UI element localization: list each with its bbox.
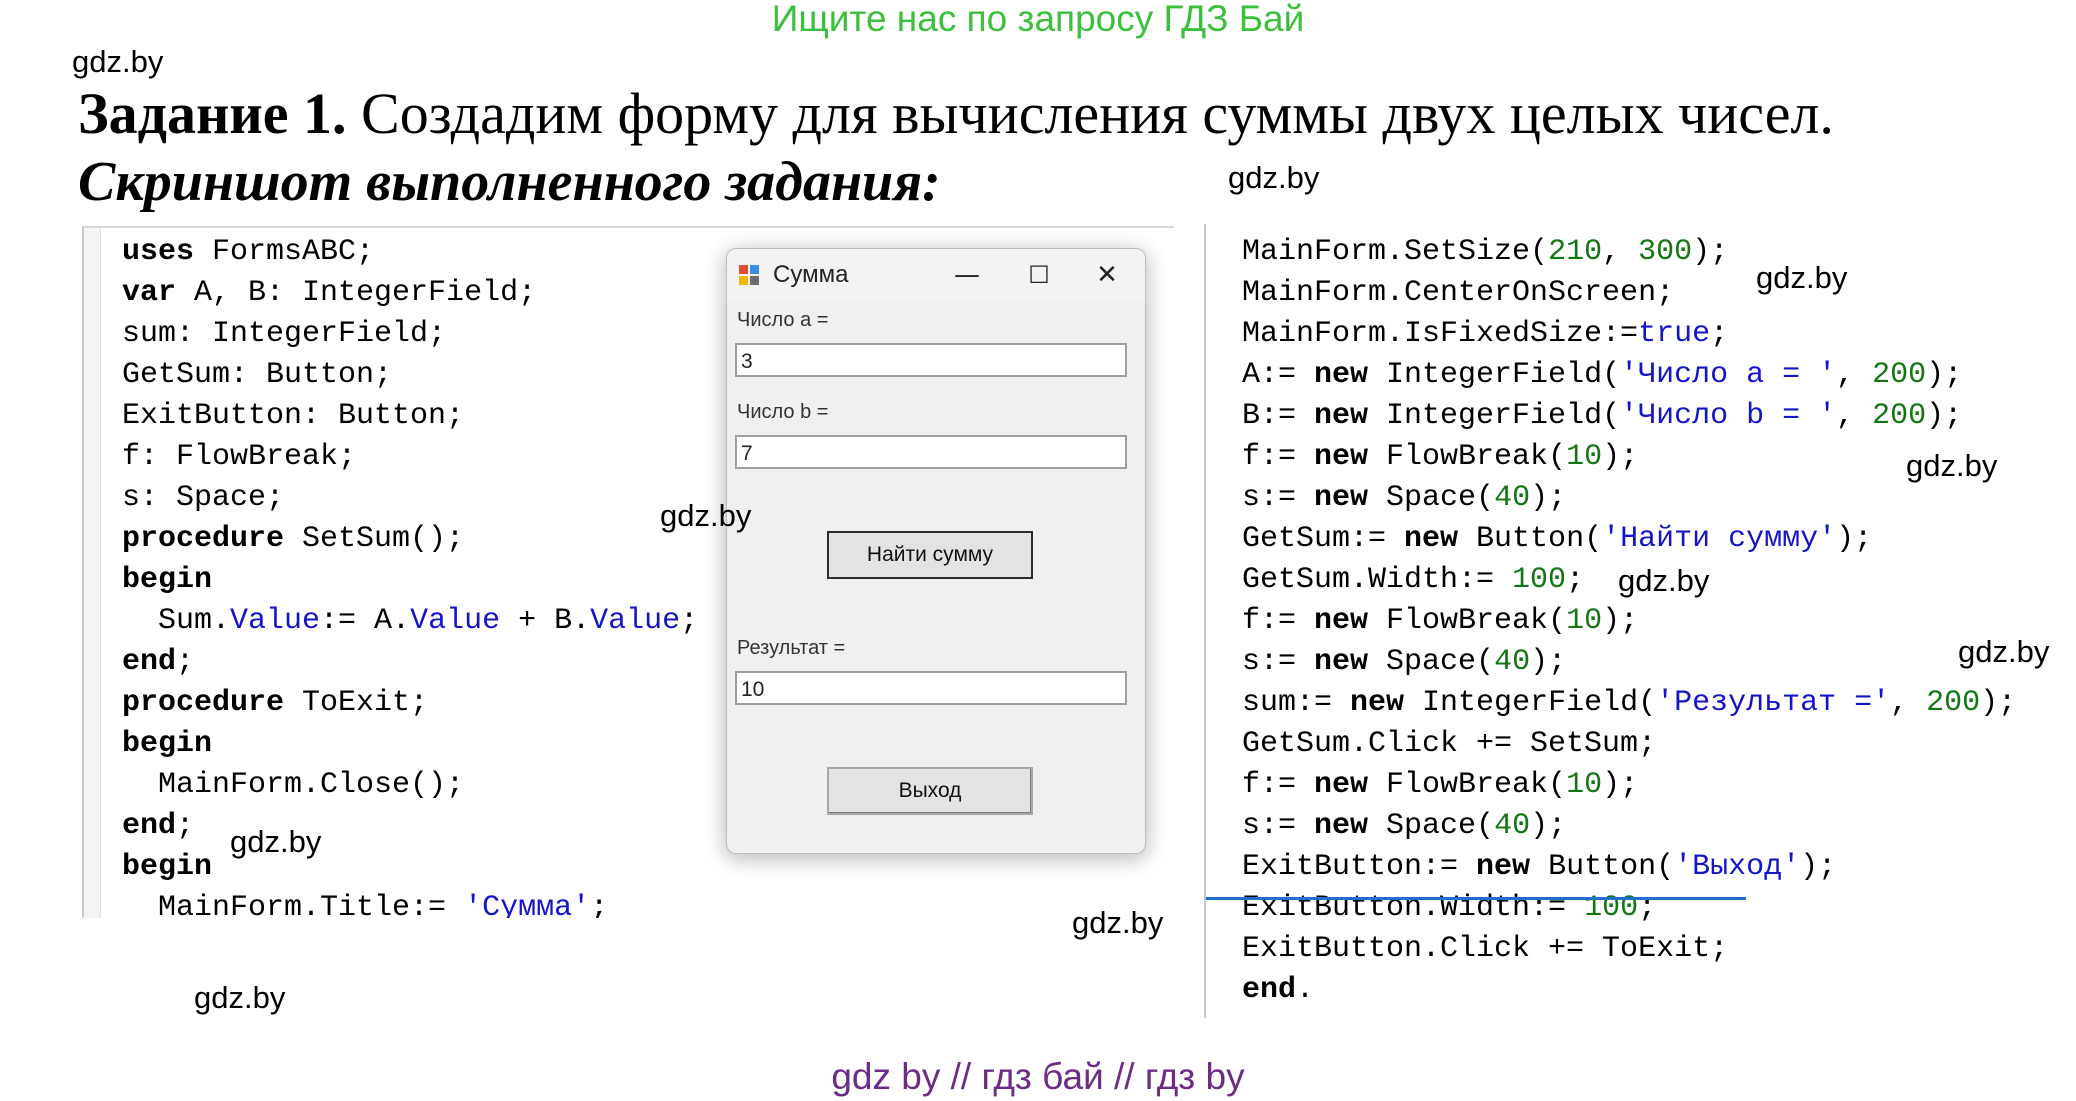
code-line: MainForm.IsFixedSize:=true; <box>1242 317 1729 351</box>
watermark: gdz.by <box>72 44 164 79</box>
find-sum-button[interactable]: Найти сумму <box>827 531 1033 579</box>
watermark: gdz.by <box>1906 448 1998 483</box>
code-line: s:= new Space(40); <box>1242 481 1567 515</box>
code-line: uses FormsABC; <box>122 235 375 269</box>
watermark: gdz.by <box>230 824 322 859</box>
code-line: end; <box>122 809 195 843</box>
code-line: ExitButton:= new Button('Выход'); <box>1242 850 1837 884</box>
code-line: MainForm.CenterOnScreen; <box>1242 276 1675 310</box>
code-line: ExitButton.Click += ToExit; <box>1242 932 1729 966</box>
code-line: end. <box>1242 973 1315 1007</box>
watermark: gdz.by <box>660 498 752 533</box>
watermark: gdz.by <box>1228 160 1320 195</box>
exit-button[interactable]: Выход <box>827 767 1033 815</box>
code-line: begin <box>122 727 213 761</box>
minimize-button[interactable]: — <box>945 257 989 293</box>
window-titlebar[interactable]: Сумма — ☐ ✕ <box>727 249 1145 301</box>
watermark: gdz.by <box>194 980 286 1015</box>
screenshot-subtitle: Скриншот выполненного задания: <box>78 151 941 213</box>
watermark: gdz.by <box>1072 905 1164 940</box>
code-line: GetSum: Button; <box>122 358 393 392</box>
code-line: f:= new FlowBreak(10); <box>1242 768 1639 802</box>
code-line: s:= new Space(40); <box>1242 809 1567 843</box>
task-heading: Задание 1. Создадим форму для вычисления… <box>78 80 1834 147</box>
code-line: f:= new FlowBreak(10); <box>1242 604 1639 638</box>
code-line: MainForm.Title:= 'Сумма'; <box>122 891 609 918</box>
editor-gutter <box>84 228 101 918</box>
code-line: sum: IntegerField; <box>122 317 447 351</box>
code-line: begin <box>122 563 213 597</box>
code-line: B:= new IntegerField('Число b = ', 200); <box>1242 399 1963 433</box>
label-number-a: Число a = <box>737 309 829 331</box>
number-b-field[interactable]: 7 <box>735 435 1127 469</box>
sum-form-window: Сумма — ☐ ✕ Число a = 3 Число b = 7 Найт… <box>726 248 1146 854</box>
code-line: f: FlowBreak; <box>122 440 357 474</box>
footer-links: gdz by // гдз бай // гдз by <box>831 1056 1245 1097</box>
code-line: GetSum.Click += SetSum; <box>1242 727 1657 761</box>
code-line: f:= new FlowBreak(10); <box>1242 440 1639 474</box>
label-result: Результат = <box>737 637 846 659</box>
code-line: end; <box>122 645 195 679</box>
code-block-right: MainForm.SetSize(210, 300); MainForm.Cent… <box>1242 232 2016 1011</box>
close-button[interactable]: ✕ <box>1085 257 1129 293</box>
editor-line-marker <box>1206 897 1746 900</box>
code-line: s:= new Space(40); <box>1242 645 1567 679</box>
task-text: Создадим форму для вычисления суммы двух… <box>346 81 1834 146</box>
code-line: Sum.Value:= A.Value + B.Value; <box>122 604 699 638</box>
task-label: Задание 1. <box>78 81 347 146</box>
label-number-b: Число b = <box>737 401 829 423</box>
watermark: gdz.by <box>1756 260 1848 295</box>
code-block-left: uses FormsABC; var A, B: IntegerField; sum… <box>122 232 698 918</box>
code-line: GetSum:= new Button('Найти сумму'); <box>1242 522 1873 556</box>
code-line: MainForm.SetSize(210, 300); <box>1242 235 1729 269</box>
search-banner: Ищите нас по запросу ГДЗ Бай <box>771 0 1305 39</box>
number-a-field[interactable]: 3 <box>735 343 1127 377</box>
code-line: var A, B: IntegerField; <box>122 276 537 310</box>
code-line: sum:= new IntegerField('Результат =', 20… <box>1242 686 2017 720</box>
watermark: gdz.by <box>1618 563 1710 598</box>
code-line: MainForm.Close(); <box>122 768 465 802</box>
code-line: begin <box>122 850 213 884</box>
code-line: procedure SetSum(); <box>122 522 465 556</box>
watermark: gdz.by <box>1958 634 2050 669</box>
window-title: Сумма <box>773 261 849 288</box>
code-line: s: Space; <box>122 481 285 515</box>
code-line: procedure ToExit; <box>122 686 429 720</box>
code-line: ExitButton: Button; <box>122 399 465 433</box>
result-field[interactable]: 10 <box>735 671 1127 705</box>
app-icon <box>739 265 759 285</box>
maximize-button[interactable]: ☐ <box>1017 257 1061 293</box>
code-line: A:= new IntegerField('Число a = ', 200); <box>1242 358 1963 392</box>
code-line: ExitButton.Width:= 100; <box>1242 891 1657 925</box>
